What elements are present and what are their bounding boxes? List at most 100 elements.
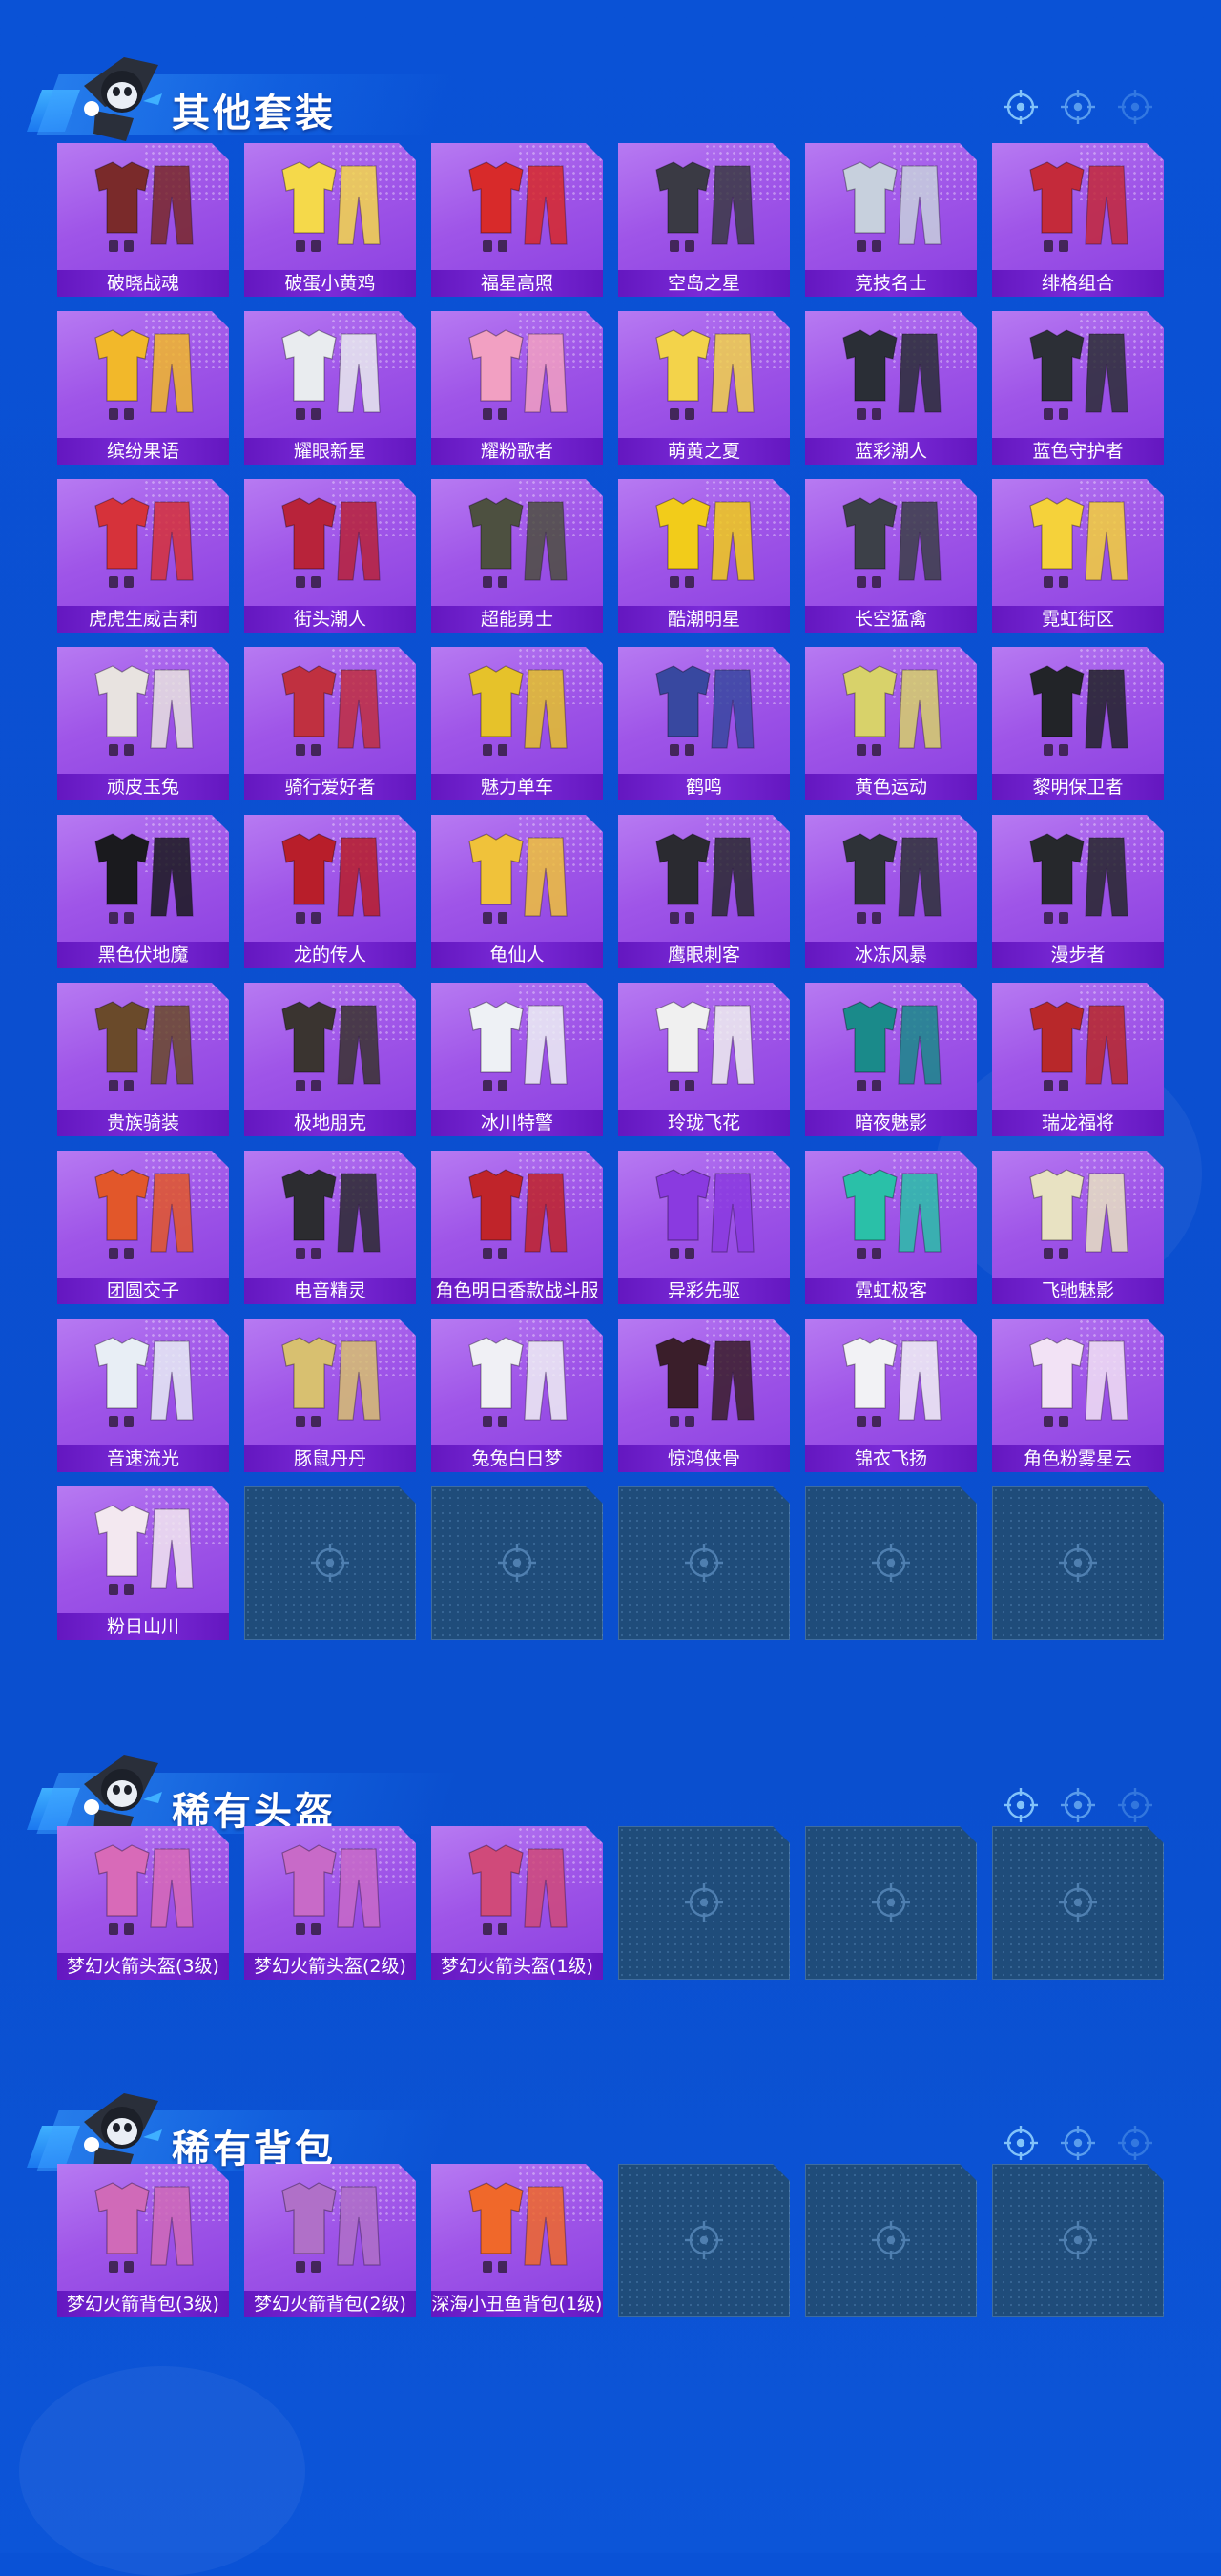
item-card[interactable]: 团圆交子	[57, 1151, 229, 1304]
crosshair-icon	[1057, 1542, 1099, 1584]
item-card[interactable]: 音速流光	[57, 1319, 229, 1472]
item-card[interactable]: 空岛之星	[618, 143, 790, 297]
item-card[interactable]: 街头潮人	[244, 479, 416, 633]
empty-slot	[992, 1486, 1164, 1640]
item-label: 黎明保卫者	[992, 774, 1164, 800]
item-image	[254, 1324, 406, 1443]
empty-slot	[805, 2164, 977, 2317]
item-card[interactable]: 兔兔白日梦	[431, 1319, 603, 1472]
item-card[interactable]: 超能勇士	[431, 479, 603, 633]
empty-slot	[618, 1486, 790, 1640]
item-card[interactable]: 长空猛禽	[805, 479, 977, 633]
item-card[interactable]: 黄色运动	[805, 647, 977, 800]
item-card[interactable]: 锦衣飞扬	[805, 1319, 977, 1472]
item-image	[815, 653, 967, 771]
item-card[interactable]: 豚鼠丹丹	[244, 1319, 416, 1472]
item-card[interactable]: 梦幻火箭背包(2级)	[244, 2164, 416, 2317]
crosshair-icon	[683, 1881, 725, 1923]
item-label: 鹰眼刺客	[618, 942, 790, 968]
item-card[interactable]: 龙的传人	[244, 815, 416, 968]
item-image	[815, 821, 967, 939]
item-card[interactable]: 蓝色守护者	[992, 311, 1164, 465]
item-label: 深海小丑鱼背包(1级)	[431, 2291, 603, 2317]
item-label: 街头潮人	[244, 606, 416, 633]
item-image	[67, 988, 219, 1107]
item-image	[254, 149, 406, 267]
item-card[interactable]: 黎明保卫者	[992, 647, 1164, 800]
item-image	[628, 317, 780, 435]
item-label: 骑行爱好者	[244, 774, 416, 800]
item-label: 梦幻火箭背包(3级)	[57, 2291, 229, 2317]
item-card[interactable]: 黑色伏地魔	[57, 815, 229, 968]
item-image	[254, 1832, 406, 1950]
item-card[interactable]: 漫步者	[992, 815, 1164, 968]
item-card[interactable]: 梦幻火箭头盔(2级)	[244, 1826, 416, 1980]
item-image	[441, 317, 593, 435]
item-card[interactable]: 惊鸿侠骨	[618, 1319, 790, 1472]
item-card[interactable]: 角色明日香款战斗服	[431, 1151, 603, 1304]
item-card[interactable]: 异彩先驱	[618, 1151, 790, 1304]
crosshair-decoration	[1002, 2124, 1154, 2168]
item-image	[815, 485, 967, 603]
crosshair-icon	[1057, 1881, 1099, 1923]
item-image	[441, 485, 593, 603]
item-card[interactable]: 瑞龙福将	[992, 983, 1164, 1136]
item-card[interactable]: 竞技名士	[805, 143, 977, 297]
item-label: 极地朋克	[244, 1110, 416, 1136]
item-card[interactable]: 福星高照	[431, 143, 603, 297]
item-card[interactable]: 鹰眼刺客	[618, 815, 790, 968]
item-label: 兔兔白日梦	[431, 1445, 603, 1472]
item-card[interactable]: 玲珑飞花	[618, 983, 790, 1136]
item-label: 空岛之星	[618, 270, 790, 297]
item-card[interactable]: 耀粉歌者	[431, 311, 603, 465]
item-label: 瑞龙福将	[992, 1110, 1164, 1136]
item-card[interactable]: 骑行爱好者	[244, 647, 416, 800]
item-card[interactable]: 魅力单车	[431, 647, 603, 800]
item-card[interactable]: 粉日山川	[57, 1486, 229, 1640]
item-card[interactable]: 龟仙人	[431, 815, 603, 968]
item-card[interactable]: 电音精灵	[244, 1151, 416, 1304]
item-card[interactable]: 耀眼新星	[244, 311, 416, 465]
item-image	[441, 1156, 593, 1275]
item-card[interactable]: 冰川特警	[431, 983, 603, 1136]
crosshair-icon	[1002, 1786, 1040, 1824]
item-card[interactable]: 虎虎生威吉莉	[57, 479, 229, 633]
item-label: 梦幻火箭头盔(2级)	[244, 1953, 416, 1980]
item-card[interactable]: 冰冻风暴	[805, 815, 977, 968]
item-card[interactable]: 破蛋小黄鸡	[244, 143, 416, 297]
crosshair-icon	[870, 1881, 912, 1923]
item-card[interactable]: 角色粉雾星云	[992, 1319, 1164, 1472]
crosshair-decoration	[1002, 1786, 1154, 1830]
crosshair-icon	[1116, 88, 1154, 126]
item-card[interactable]: 蓝彩潮人	[805, 311, 977, 465]
item-image	[254, 1156, 406, 1275]
item-label: 冰川特警	[431, 1110, 603, 1136]
item-card[interactable]: 梦幻火箭头盔(3级)	[57, 1826, 229, 1980]
item-card[interactable]: 贵族骑装	[57, 983, 229, 1136]
item-card[interactable]: 破晓战魂	[57, 143, 229, 297]
item-label: 破蛋小黄鸡	[244, 270, 416, 297]
item-card[interactable]: 梦幻火箭背包(3级)	[57, 2164, 229, 2317]
item-image	[815, 988, 967, 1107]
item-card[interactable]: 暗夜魅影	[805, 983, 977, 1136]
item-card[interactable]: 飞驰魅影	[992, 1151, 1164, 1304]
item-card[interactable]: 绯格组合	[992, 143, 1164, 297]
item-label: 梦幻火箭头盔(1级)	[431, 1953, 603, 1980]
item-card[interactable]: 缤纷果语	[57, 311, 229, 465]
item-image	[1002, 1156, 1154, 1275]
empty-slot	[805, 1486, 977, 1640]
item-card[interactable]: 霓虹极客	[805, 1151, 977, 1304]
item-card[interactable]: 梦幻火箭头盔(1级)	[431, 1826, 603, 1980]
item-image	[815, 1324, 967, 1443]
item-card[interactable]: 极地朋克	[244, 983, 416, 1136]
item-card[interactable]: 鹤鸣	[618, 647, 790, 800]
item-card[interactable]: 顽皮玉兔	[57, 647, 229, 800]
item-image	[254, 821, 406, 939]
item-card[interactable]: 深海小丑鱼背包(1级)	[431, 2164, 603, 2317]
item-card[interactable]: 酷潮明星	[618, 479, 790, 633]
item-card[interactable]: 霓虹街区	[992, 479, 1164, 633]
item-image	[441, 2170, 593, 2288]
item-image	[441, 821, 593, 939]
item-label: 异彩先驱	[618, 1278, 790, 1304]
item-card[interactable]: 萌黄之夏	[618, 311, 790, 465]
